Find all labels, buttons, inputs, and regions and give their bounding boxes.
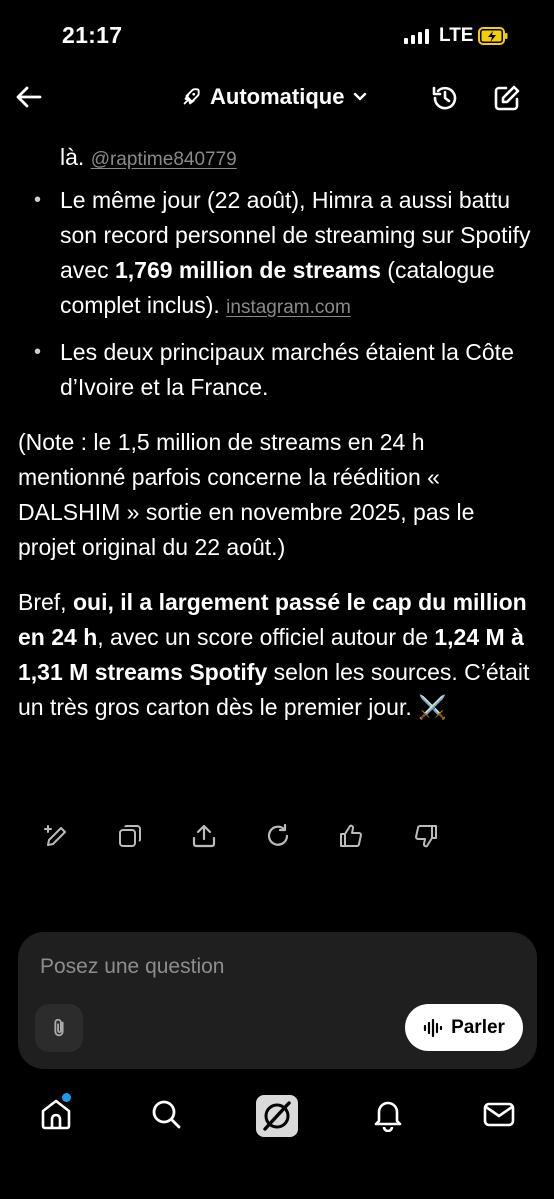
thumbs-down-icon[interactable] (412, 822, 440, 850)
paperclip-icon (54, 1018, 64, 1037)
notification-dot (62, 1093, 71, 1102)
copy-icon[interactable] (116, 822, 144, 850)
list-item: • Le même jour (22 août), Himra a aussi … (18, 183, 538, 325)
search-icon[interactable] (148, 1096, 184, 1132)
grok-logo-icon (263, 1101, 291, 1131)
bullet-bold: 1,769 million de streams (114, 257, 381, 283)
speak-label: Parler (451, 1016, 505, 1038)
thumbs-up-icon[interactable] (337, 822, 365, 850)
question-input[interactable]: Posez une question (40, 955, 224, 979)
network-type: LTE (439, 25, 474, 46)
list-item: • Les deux principaux marchés étaient la… (18, 335, 538, 405)
source-link[interactable]: instagram.com (226, 297, 351, 318)
chevron-down-icon (354, 92, 367, 101)
source-link[interactable]: @raptime840779 (91, 149, 237, 170)
edit-sparkle-icon[interactable] (42, 822, 70, 850)
status-time: 21:17 (62, 22, 123, 48)
grok-tab[interactable] (256, 1095, 298, 1137)
mail-icon[interactable] (481, 1096, 517, 1132)
arrow-left-icon[interactable] (14, 82, 44, 112)
bell-icon[interactable] (370, 1096, 406, 1132)
intro-line: là. @raptime840779 (18, 140, 538, 177)
bullet-dot: • (34, 341, 42, 363)
model-label: Automatique (210, 84, 345, 109)
attach-button[interactable] (35, 1004, 83, 1052)
refresh-icon[interactable] (264, 822, 292, 850)
signal-icon (404, 28, 429, 44)
history-icon[interactable] (430, 83, 460, 113)
swords-emoji: ⚔️ (418, 694, 447, 720)
speak-button[interactable]: Parler (405, 1004, 523, 1051)
bullet-dot: • (34, 189, 42, 211)
summary-text: Bref, (18, 589, 73, 615)
waveform-icon (423, 1018, 443, 1037)
battery-icon (478, 27, 508, 45)
summary-text: , avec un score officiel autour de (97, 624, 435, 650)
model-selector[interactable]: Automatique (180, 84, 368, 110)
bullet-text: Les deux principaux marchés étaient la C… (60, 339, 514, 400)
rocket-icon (183, 88, 200, 105)
summary-paragraph: Bref, oui, il a largement passé le cap d… (18, 585, 538, 725)
intro-fragment: là. (60, 144, 85, 170)
note-paragraph: (Note : le 1,5 million de streams en 24 … (18, 429, 475, 560)
response-content: là. @raptime840779 • Le même jour (22 ao… (18, 140, 538, 725)
edit-icon[interactable] (492, 83, 522, 113)
share-icon[interactable] (190, 822, 218, 850)
